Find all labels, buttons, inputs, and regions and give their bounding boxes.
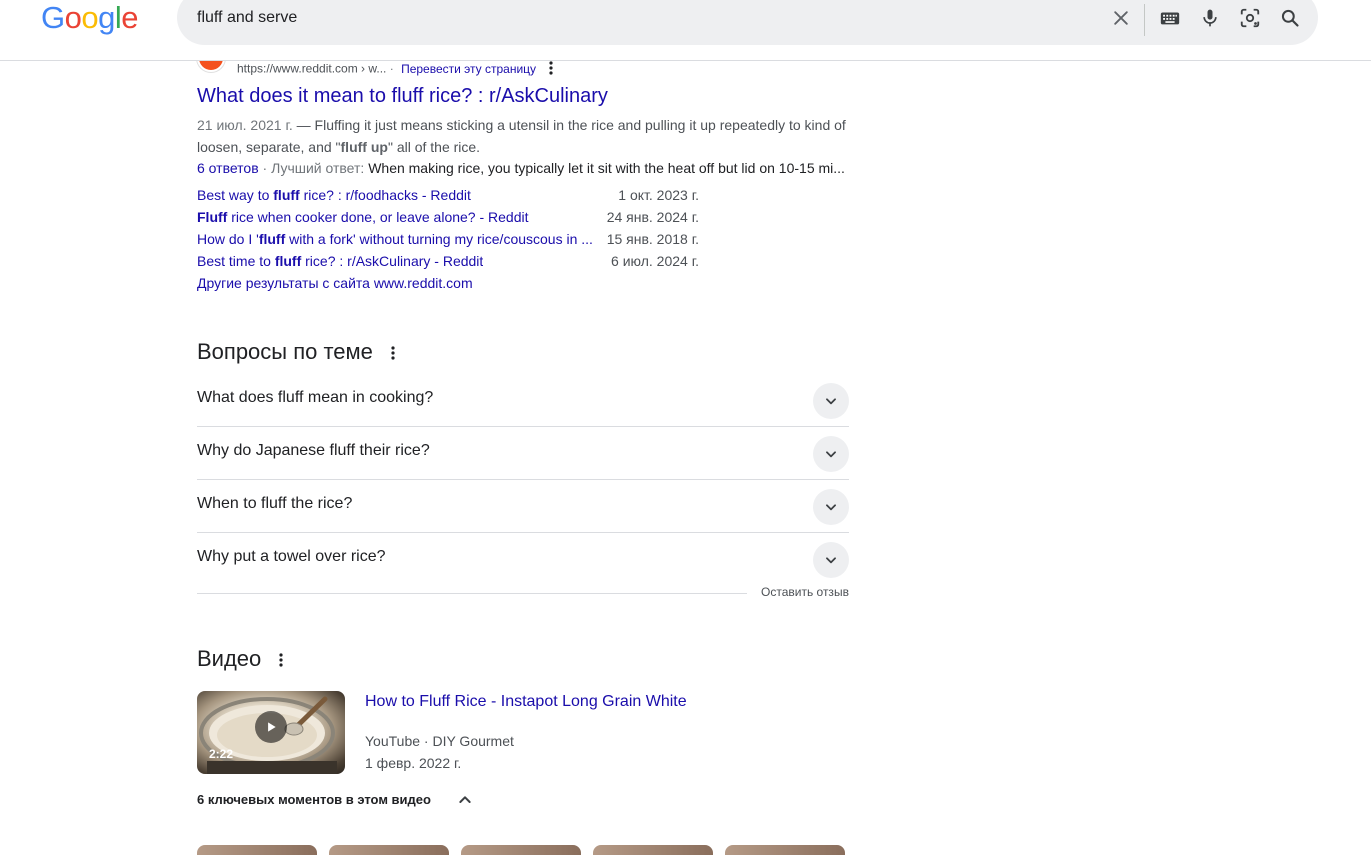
sitelink-row[interactable]: Fluff rice when cooker done, or leave al… — [197, 206, 699, 228]
video-duration: 2:22 — [209, 747, 234, 761]
snippet-text: — Fluffing it just means sticking a uten… — [197, 117, 846, 155]
sitelink-bold: fluff — [274, 253, 302, 269]
faq-title-text: Вопросы по теме — [197, 339, 373, 364]
sitelink-row[interactable]: Best time to fluff rice? : r/AskCulinary… — [197, 250, 699, 272]
chevron-down-icon[interactable] — [813, 436, 849, 472]
videos-section-title: Видео — [197, 646, 284, 673]
faq-question: Why put a towel over rice? — [197, 548, 386, 565]
more-site-results-link[interactable]: Другие результаты с сайта www.reddit.com — [197, 272, 473, 294]
key-moment-thumb[interactable] — [593, 845, 713, 855]
best-answer-label: · Лучший ответ: — [258, 160, 369, 176]
play-icon[interactable] — [255, 711, 287, 743]
faq-item[interactable]: Why do Japanese fluff their rice? — [197, 427, 849, 480]
microphone-icon[interactable] — [1198, 6, 1222, 30]
chevron-up-icon[interactable] — [457, 792, 473, 813]
chevron-down-icon[interactable] — [813, 542, 849, 578]
result-url[interactable]: https://www.reddit.com › w... — [237, 62, 386, 76]
translate-link[interactable]: Перевести эту страницу — [401, 62, 536, 76]
result-snippet: 21 июл. 2021 г. — Fluffing it just means… — [197, 114, 852, 158]
google-logo[interactable]: Google — [41, 0, 139, 36]
sitelink-text: Best time to — [197, 253, 275, 269]
faq-question: When to fluff the rice? — [197, 495, 353, 512]
answers-count-link[interactable]: 6 ответов — [197, 160, 259, 176]
faq-item[interactable]: When to fluff the rice? — [197, 480, 849, 533]
chevron-down-icon[interactable] — [813, 489, 849, 525]
sitelink-text: Best way to — [197, 187, 274, 203]
sitelink-bold: fluff — [273, 187, 300, 203]
search-icon[interactable] — [1278, 6, 1302, 30]
snippet-text: " all of the rice. — [387, 139, 481, 155]
search-box — [177, 0, 1318, 45]
sitelink-text: rice? : r/foodhacks - Reddit — [299, 187, 471, 203]
sitelink-bold: Fluff — [197, 209, 228, 225]
sitelink-date: 6 июл. 2024 г. — [611, 253, 699, 269]
sitelink-text: with a fork' without turning my rice/cou… — [285, 231, 593, 247]
feedback-link[interactable]: Оставить отзыв — [761, 585, 849, 599]
feedback-divider — [197, 593, 747, 594]
result-breadcrumb: https://www.reddit.com › w... · Перевест… — [237, 61, 553, 78]
sitelink-date: 15 янв. 2018 г. — [606, 231, 699, 247]
video-source: YouTube · DIY Gourmet — [365, 733, 514, 749]
key-moment-thumbnails — [197, 845, 849, 855]
videos-more-icon[interactable] — [279, 647, 284, 673]
key-moment-thumb[interactable] — [197, 845, 317, 855]
lens-camera-icon[interactable] — [1238, 6, 1262, 30]
faq-item[interactable]: Why put a towel over rice? — [197, 533, 849, 586]
faq-question: Why do Japanese fluff their rice? — [197, 442, 430, 459]
result-title-link[interactable]: What does it mean to fluff rice? : r/Ask… — [197, 85, 608, 108]
clear-icon[interactable] — [1109, 6, 1133, 30]
key-moments-toggle[interactable]: 6 ключевых моментов в этом видео — [197, 792, 431, 807]
sitelink-date: 24 янв. 2024 г. — [606, 209, 699, 225]
sitelinks: Best way to fluff rice? : r/foodhacks - … — [197, 184, 699, 272]
answers-line: 6 ответов · Лучший ответ: When making ri… — [197, 157, 852, 179]
sitelink-text: rice when cooker done, or leave alone? -… — [227, 209, 529, 225]
sitelink-bold: fluff — [258, 231, 286, 247]
sitelink-row[interactable]: Best way to fluff rice? : r/foodhacks - … — [197, 184, 699, 206]
faq-more-icon[interactable] — [391, 340, 395, 366]
search-input[interactable] — [197, 7, 1057, 29]
snippet-bold: up — [370, 139, 388, 155]
videos-title-text: Видео — [197, 646, 262, 671]
key-moment-thumb[interactable] — [329, 845, 449, 855]
faq-section-title: Вопросы по теме — [197, 339, 395, 366]
snippet-bold: fluff — [340, 139, 367, 155]
sitelink-text: rice? : r/AskCulinary - Reddit — [301, 253, 484, 269]
search-divider — [1144, 4, 1145, 36]
header: Google — [0, 0, 1371, 61]
key-moment-thumb[interactable] — [725, 845, 845, 855]
keyboard-icon[interactable] — [1158, 6, 1182, 30]
video-thumbnail[interactable]: 2:22 — [197, 691, 345, 774]
snippet-date: 21 июл. 2021 г. — [197, 117, 293, 133]
sitelink-text: How do I ' — [197, 231, 259, 247]
key-moment-thumb[interactable] — [461, 845, 581, 855]
sitelink-row[interactable]: How do I 'fluff with a fork' without tur… — [197, 228, 699, 250]
faq-item[interactable]: What does fluff mean in cooking? — [197, 374, 849, 427]
sitelink-date: 1 окт. 2023 г. — [618, 187, 699, 203]
chevron-down-icon[interactable] — [813, 383, 849, 419]
video-date: 1 февр. 2022 г. — [365, 755, 462, 771]
faq-question: What does fluff mean in cooking? — [197, 389, 434, 406]
faq-list: What does fluff mean in cooking? Why do … — [197, 374, 849, 586]
more-options-icon[interactable] — [549, 61, 553, 78]
video-title-link[interactable]: How to Fluff Rice - Instapot Long Grain … — [365, 691, 687, 713]
best-answer-text: When making rice, you typically let it s… — [368, 160, 845, 176]
